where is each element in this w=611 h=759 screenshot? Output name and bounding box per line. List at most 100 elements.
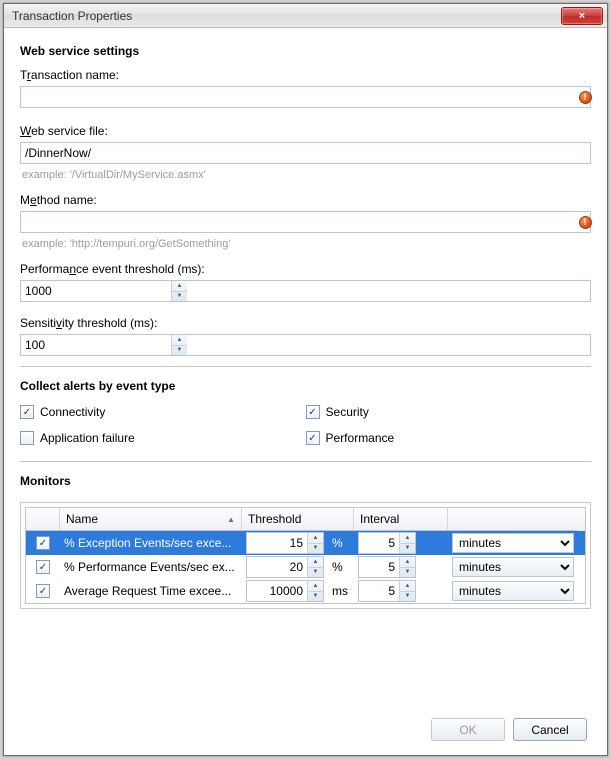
header-checkbox-col[interactable] [26,508,60,531]
error-icon: ! [577,89,593,105]
row-name: % Performance Events/sec ex... [60,555,242,579]
spin-down-icon[interactable]: ▼ [308,544,323,554]
spin-buttons[interactable]: ▲▼ [399,533,415,553]
checkbox-icon[interactable] [306,405,320,419]
monitors-rows: % Exception Events/sec exce...▲▼%▲▼minut… [25,531,586,604]
checkbox-security[interactable]: Security [306,405,592,419]
spin-down-icon[interactable]: ▼ [308,592,323,602]
hint-web-service-file: example: '/VirtualDir/MyService.asmx' [20,166,591,187]
spin-up-icon[interactable]: ▲ [308,557,323,568]
checkbox-performance[interactable]: Performance [306,431,592,445]
spin-buttons[interactable]: ▲▼ [307,557,323,577]
interval-input[interactable] [359,557,399,577]
spin-buttons[interactable]: ▲▼ [307,581,323,601]
section-collect-alerts: Collect alerts by event type [20,375,591,401]
divider [20,366,591,367]
label-performance-threshold: Performance event threshold (ms): [20,260,591,280]
row-name: % Exception Events/sec exce... [60,531,242,555]
checkbox-icon[interactable] [306,431,320,445]
threshold-input[interactable] [247,581,307,601]
spin-down-icon[interactable]: ▼ [400,592,415,602]
row-checkbox[interactable] [36,584,50,598]
close-icon: × [579,10,585,22]
sensitivity-threshold-stepper[interactable]: ▲ ▼ [20,334,591,356]
interval-input[interactable] [359,533,399,553]
label-sensitivity-threshold: Sensitivity threshold (ms): [20,314,591,334]
checkbox-label: Performance [326,431,395,445]
method-name-input[interactable] [20,211,591,233]
interval-input[interactable] [359,581,399,601]
section-monitors: Monitors [20,470,591,496]
interval-unit-select[interactable]: minutes [452,533,574,553]
interval-stepper[interactable]: ▲▼ [358,532,416,554]
header-threshold[interactable]: Threshold [242,508,354,531]
spin-buttons[interactable]: ▲▼ [399,557,415,577]
checkbox-label: Security [326,405,369,419]
spin-up-icon[interactable]: ▲ [400,581,415,592]
performance-threshold-stepper[interactable]: ▲ ▼ [20,280,591,302]
hint-method-name: example: 'http://tempuri.org/GetSomethin… [20,235,591,256]
threshold-unit: % [328,531,354,555]
header-interval[interactable]: Interval [354,508,448,531]
alert-checkbox-grid: Connectivity Security Application failur… [20,401,591,451]
checkbox-icon[interactable] [20,405,34,419]
spin-up-icon[interactable]: ▲ [308,581,323,592]
cancel-button[interactable]: Cancel [513,718,587,741]
spin-down-icon[interactable]: ▼ [172,292,187,302]
spin-up-icon[interactable]: ▲ [172,335,187,346]
divider [20,461,591,462]
spin-down-icon[interactable]: ▼ [400,568,415,578]
monitors-table: Name ▲ Threshold Interval % Exception Ev… [20,502,591,609]
performance-threshold-input[interactable] [21,281,171,301]
dialog-body: Web service settings Transaction name: !… [4,28,607,755]
interval-stepper[interactable]: ▲▼ [358,556,416,578]
spin-buttons[interactable]: ▲▼ [307,533,323,553]
field-web-service-file [20,142,591,164]
interval-unit-select[interactable]: minutes [452,581,574,601]
table-row[interactable]: % Exception Events/sec exce...▲▼%▲▼minut… [26,531,585,555]
spin-up-icon[interactable]: ▲ [172,281,187,292]
threshold-stepper[interactable]: ▲▼ [246,532,324,554]
spin-buttons[interactable]: ▲ ▼ [171,335,187,355]
label-web-service-file: Web service file: [20,122,591,142]
checkbox-label: Application failure [40,431,135,445]
close-button[interactable]: × [561,7,603,25]
table-row[interactable]: Average Request Time excee...▲▼ms▲▼minut… [26,579,585,603]
spin-up-icon[interactable]: ▲ [400,533,415,544]
threshold-unit: ms [328,579,354,603]
spin-up-icon[interactable]: ▲ [400,557,415,568]
spin-down-icon[interactable]: ▼ [172,346,187,356]
threshold-stepper[interactable]: ▲▼ [246,556,324,578]
spin-down-icon[interactable]: ▼ [308,568,323,578]
checkbox-icon[interactable] [20,431,34,445]
checkbox-application-failure[interactable]: Application failure [20,431,306,445]
spin-up-icon[interactable]: ▲ [308,533,323,544]
threshold-input[interactable] [247,533,307,553]
header-name[interactable]: Name ▲ [60,508,242,531]
sort-asc-icon: ▲ [227,515,235,524]
section-web-service-settings: Web service settings [20,40,591,66]
interval-unit-select[interactable]: minutes [452,557,574,577]
dialog-footer: OK Cancel [20,708,591,745]
titlebar: Transaction Properties × [4,4,607,28]
interval-stepper[interactable]: ▲▼ [358,580,416,602]
table-row[interactable]: % Performance Events/sec ex...▲▼%▲▼minut… [26,555,585,579]
checkbox-connectivity[interactable]: Connectivity [20,405,306,419]
row-checkbox[interactable] [36,560,50,574]
row-checkbox[interactable] [36,536,50,550]
monitors-header-row: Name ▲ Threshold Interval [25,507,586,531]
checkbox-label: Connectivity [40,405,105,419]
label-transaction-name: Transaction name: [20,66,591,86]
threshold-stepper[interactable]: ▲▼ [246,580,324,602]
spin-down-icon[interactable]: ▼ [400,544,415,554]
transaction-name-input[interactable] [20,86,591,108]
spin-buttons[interactable]: ▲ ▼ [171,281,187,301]
spin-buttons[interactable]: ▲▼ [399,581,415,601]
web-service-file-input[interactable] [20,142,591,164]
header-interval-unit[interactable] [448,508,578,531]
threshold-input[interactable] [247,557,307,577]
row-name: Average Request Time excee... [60,579,242,603]
label-method-name: Method name: [20,191,591,211]
sensitivity-threshold-input[interactable] [21,335,171,355]
ok-button[interactable]: OK [431,718,505,741]
